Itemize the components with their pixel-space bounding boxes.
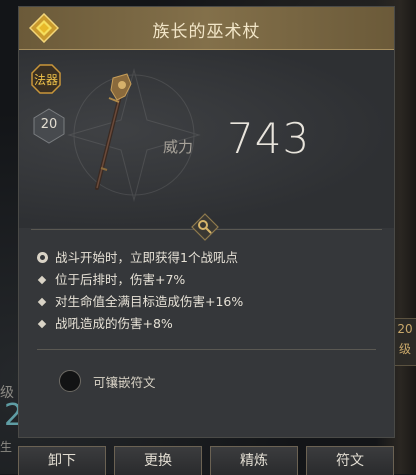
effect-item: 位于后排时，伤害+7%	[37, 269, 377, 291]
effect-text: 位于后排时，伤害+7%	[55, 272, 186, 287]
empty-socket-icon[interactable]	[59, 370, 81, 392]
item-level: 20	[31, 108, 67, 144]
effect-text: 战斗开始时，立即获得1个战吼点	[55, 250, 238, 265]
effect-text: 战吼造成的伤害+8%	[55, 316, 173, 331]
power-value: 743	[227, 114, 311, 163]
effects-list: 战斗开始时，立即获得1个战吼点 位于后排时，伤害+7% 对生命值全满目标造成伤害…	[37, 247, 377, 335]
section-divider	[37, 349, 376, 350]
item-type-tag: 法器	[31, 64, 61, 94]
diamond-bullet-icon	[37, 275, 47, 285]
item-title: 族长的巫术杖	[152, 22, 261, 42]
item-showcase: 法器 20 威力 743	[19, 50, 394, 228]
side-badge-number: 20	[397, 322, 413, 336]
action-bar: 卸下 更换 精炼 符文	[18, 446, 394, 475]
side-badge-label: 级	[398, 342, 411, 356]
rune-socket[interactable]: 可镶嵌符文	[59, 369, 259, 393]
effect-item: 对生命值全满目标造成伤害+16%	[37, 291, 377, 313]
effect-item: 战吼造成的伤害+8%	[37, 313, 377, 335]
refine-button[interactable]: 精炼	[210, 446, 298, 475]
side-level-badge: 20 级	[393, 318, 416, 366]
diamond-bullet-icon	[37, 297, 47, 307]
staff-icon	[95, 73, 132, 190]
level-sub-label: 生	[0, 440, 13, 454]
tooltip-header: 族长的巫术杖	[19, 7, 394, 50]
rune-button[interactable]: 符文	[306, 446, 394, 475]
effect-item: 战斗开始时，立即获得1个战吼点	[37, 247, 377, 269]
key-icon	[191, 213, 219, 241]
socket-label: 可镶嵌符文	[93, 375, 156, 390]
item-type-label: 法器	[33, 73, 58, 87]
effect-text: 对生命值全满目标造成伤害+16%	[55, 294, 244, 309]
diamond-bullet-icon	[37, 319, 47, 329]
replace-button[interactable]: 更换	[114, 446, 202, 475]
item-level-value: 20	[40, 117, 58, 132]
power-label: 威力	[163, 138, 194, 156]
lock-bullet-icon	[37, 252, 48, 263]
unequip-button[interactable]: 卸下	[18, 446, 106, 475]
item-tooltip-panel: 族长的巫术杖 法器 20 威力 743 战斗开始时，立即获得1个战吼点 位于后排…	[18, 6, 395, 438]
